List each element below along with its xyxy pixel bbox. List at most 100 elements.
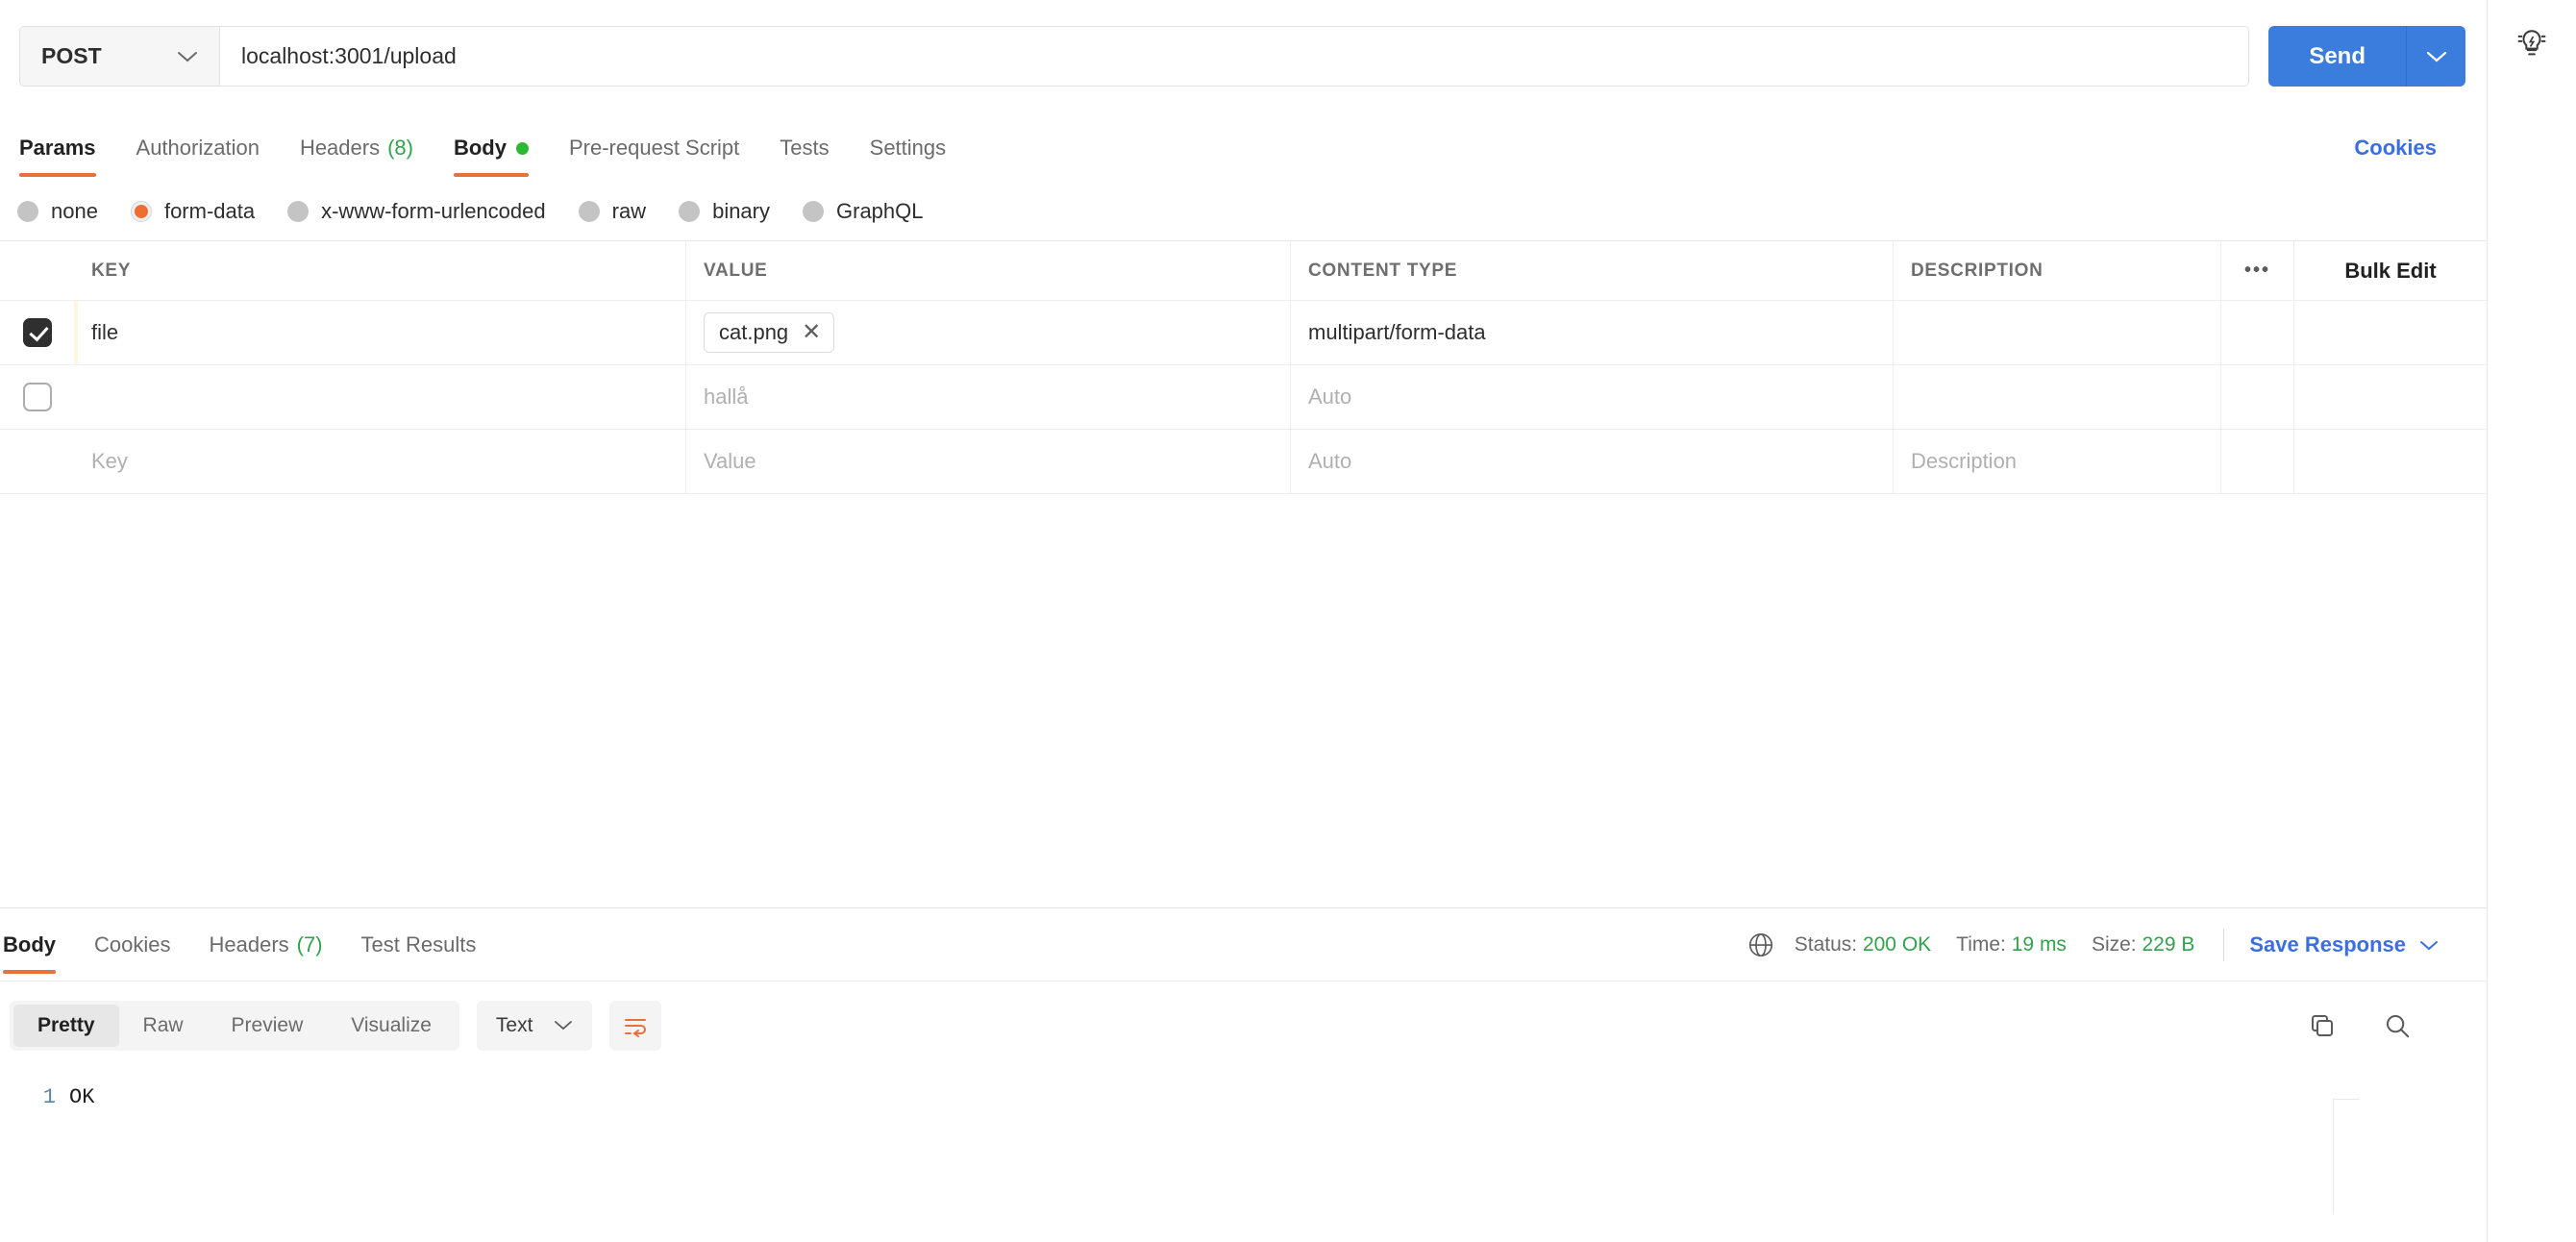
row-options-cell[interactable] <box>2221 430 2294 493</box>
row-spacer-cell <box>2294 430 2487 493</box>
row-value-input[interactable]: Value <box>686 430 1291 493</box>
row-content-type-input[interactable]: Auto <box>1291 430 1894 493</box>
row-description-input[interactable] <box>1894 301 2221 364</box>
response-headers-count: (7) <box>296 932 323 956</box>
response-toolbar-actions <box>2308 1011 2487 1040</box>
tab-label: Cookies <box>94 932 171 956</box>
view-mode-visualize[interactable]: Visualize <box>327 1005 456 1047</box>
save-response-button[interactable]: Save Response <box>2249 932 2439 957</box>
status-value: 200 OK <box>1862 932 1932 956</box>
response-tab-test-results[interactable]: Test Results <box>361 908 477 981</box>
view-mode-preview[interactable]: Preview <box>208 1005 328 1047</box>
response-tab-cookies[interactable]: Cookies <box>94 908 170 981</box>
line-content: OK <box>69 1085 95 1109</box>
tab-label: Settings <box>869 136 947 160</box>
globe-icon <box>1746 931 1775 959</box>
body-type-binary[interactable]: binary <box>679 199 770 224</box>
row-checkbox-cell <box>0 365 74 429</box>
file-chip[interactable]: cat.png ✕ <box>704 312 835 353</box>
body-type-urlencoded[interactable]: x-www-form-urlencoded <box>287 199 546 224</box>
postman-window: POST localhost:3001/upload Send Params A… <box>0 0 2576 1242</box>
send-button-group: Send <box>2268 26 2465 87</box>
send-options-button[interactable] <box>2406 26 2465 87</box>
row-checkbox-cell <box>0 430 74 493</box>
radio-label: none <box>51 199 98 223</box>
row-options-cell[interactable] <box>2221 365 2294 429</box>
url-bar: POST localhost:3001/upload Send <box>0 0 2487 113</box>
row-description-input[interactable]: Description <box>1894 430 2221 493</box>
view-mode-pretty[interactable]: Pretty <box>13 1005 119 1047</box>
response-size: Size: 229 B <box>2092 933 2194 956</box>
radio-icon <box>803 201 824 222</box>
radio-label: x-www-form-urlencoded <box>321 199 546 223</box>
header-description: DESCRIPTION <box>1894 241 2221 300</box>
row-key-input[interactable]: file <box>74 301 686 364</box>
body-indicator-dot <box>515 141 529 155</box>
tab-tests[interactable]: Tests <box>780 113 829 183</box>
row-description-input[interactable] <box>1894 365 2221 429</box>
tab-headers[interactable]: Headers (8) <box>300 113 413 183</box>
word-wrap-toggle[interactable] <box>609 1001 662 1051</box>
row-key-input[interactable]: Key <box>74 430 686 493</box>
tab-label: Tests <box>780 136 830 160</box>
bulk-edit-button[interactable]: Bulk Edit <box>2294 241 2487 300</box>
tab-pre-request-script[interactable]: Pre-request Script <box>569 113 739 183</box>
body-type-radio-group: none form-data x-www-form-urlencoded raw… <box>0 183 2487 240</box>
row-value-input[interactable]: hallå <box>686 365 1291 429</box>
response-tab-headers[interactable]: Headers (7) <box>209 908 322 981</box>
search-icon[interactable] <box>2383 1011 2412 1040</box>
tab-label: Body <box>453 136 507 160</box>
code-line: 1 OK <box>0 1085 2487 1109</box>
url-input-group: POST localhost:3001/upload <box>19 26 2250 87</box>
body-type-form-data[interactable]: form-data <box>130 199 255 224</box>
header-content-type: CONTENT TYPE <box>1291 241 1894 300</box>
response-minimap[interactable] <box>2333 1099 2360 1214</box>
view-mode-raw[interactable]: Raw <box>119 1005 208 1047</box>
url-input[interactable]: localhost:3001/upload <box>220 27 2249 86</box>
row-content-type-input[interactable]: multipart/form-data <box>1291 301 1894 364</box>
chevron-down-icon <box>2419 932 2439 957</box>
tab-authorization[interactable]: Authorization <box>136 113 260 183</box>
main-column: POST localhost:3001/upload Send Params A… <box>0 0 2488 1242</box>
body-type-graphql[interactable]: GraphQL <box>803 199 924 224</box>
tab-label: Params <box>19 136 96 160</box>
header-key: KEY <box>74 241 686 300</box>
size-label: Size: <box>2091 932 2137 956</box>
row-options-cell[interactable] <box>2221 301 2294 364</box>
row-key-input[interactable] <box>74 365 686 429</box>
tab-params[interactable]: Params <box>19 113 96 183</box>
http-method-select[interactable]: POST <box>20 27 220 86</box>
table-row: file cat.png ✕ multipart/form-data <box>0 301 2487 365</box>
copy-icon[interactable] <box>2308 1011 2337 1040</box>
radio-label: raw <box>611 199 647 223</box>
table-options-icon[interactable]: ••• <box>2221 241 2294 300</box>
body-type-raw[interactable]: raw <box>578 199 647 224</box>
tab-body[interactable]: Body <box>453 113 529 183</box>
row-value-cell[interactable]: cat.png ✕ <box>686 301 1291 364</box>
request-empty-space <box>0 494 2487 907</box>
tab-label: Headers <box>299 136 381 160</box>
tab-settings[interactable]: Settings <box>870 113 947 183</box>
status-code: Status: 200 OK <box>1795 933 1931 956</box>
cookies-link[interactable]: Cookies <box>2354 136 2437 161</box>
close-icon[interactable]: ✕ <box>802 321 821 344</box>
size-value: 229 B <box>2142 932 2195 956</box>
status-label: Status: <box>1794 932 1858 956</box>
tab-label: Test Results <box>360 932 477 956</box>
response-time: Time: 19 ms <box>1956 933 2067 956</box>
row-content-type-input[interactable]: Auto <box>1291 365 1894 429</box>
send-button[interactable]: Send <box>2268 26 2406 87</box>
save-response-label: Save Response <box>2249 932 2406 956</box>
response-body-viewer[interactable]: 1 OK <box>0 1070 2487 1214</box>
response-tab-body[interactable]: Body <box>3 908 56 981</box>
headers-count: (8) <box>387 136 413 160</box>
lightbulb-icon[interactable] <box>2515 27 2548 60</box>
response-tabs: Body Cookies Headers (7) Test Results St… <box>0 908 2487 981</box>
line-number: 1 <box>42 1085 56 1109</box>
chevron-down-icon <box>177 43 198 69</box>
body-type-none[interactable]: none <box>17 199 98 224</box>
row-checkbox[interactable] <box>22 383 52 411</box>
response-format-select[interactable]: Text <box>476 1001 593 1051</box>
radio-label: binary <box>712 199 770 223</box>
row-checkbox[interactable] <box>22 318 52 347</box>
